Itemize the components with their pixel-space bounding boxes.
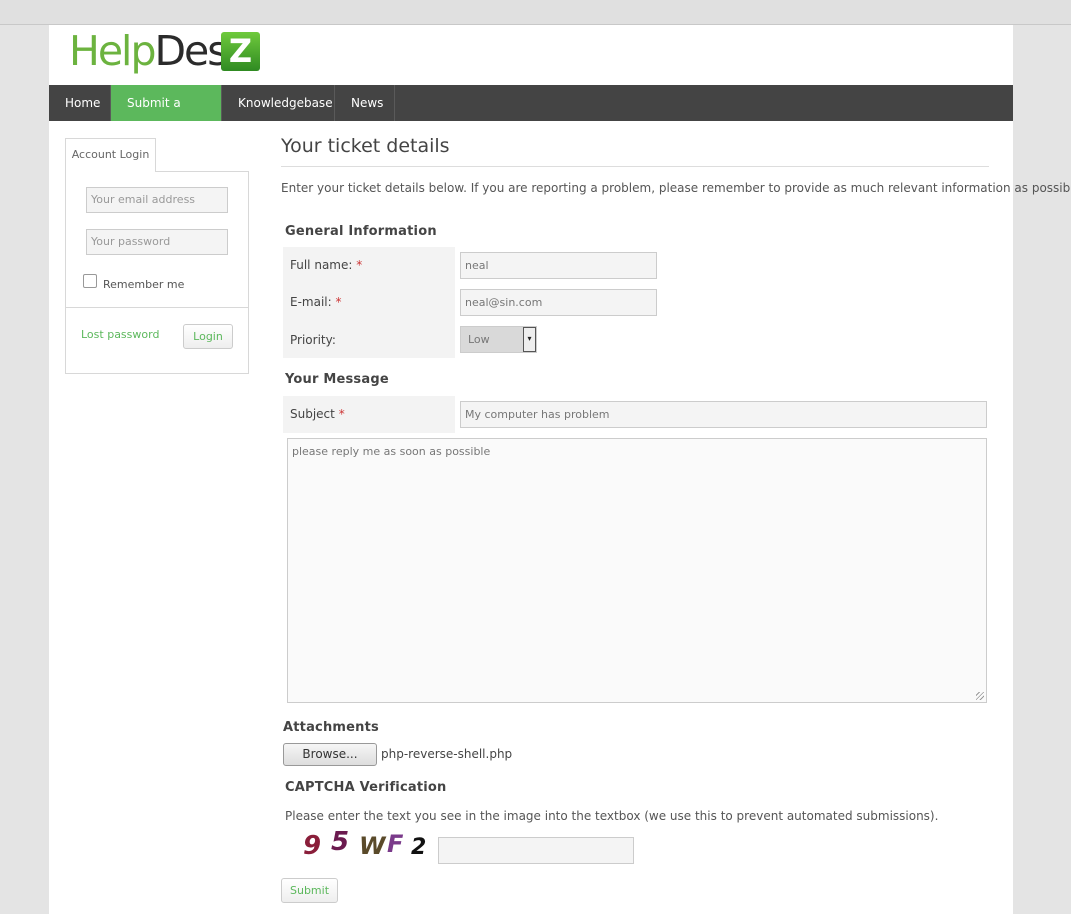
- submit-button[interactable]: Submit: [281, 878, 338, 903]
- login-button[interactable]: Login: [183, 324, 233, 349]
- required-mark: *: [356, 258, 363, 272]
- general-labels-column: Full name: * E-mail: * Priority:: [283, 247, 455, 358]
- site-logo[interactable]: HelpDesk Z: [69, 29, 265, 73]
- email-input[interactable]: neal@sin.com: [460, 289, 657, 316]
- remember-me-label: Remember me: [103, 278, 185, 291]
- priority-select[interactable]: Low ▾: [460, 326, 537, 353]
- message-text: please reply me as soon as possible: [292, 445, 491, 458]
- subject-input[interactable]: My computer has problem: [460, 401, 987, 428]
- email-label: E-mail: *: [290, 295, 342, 309]
- sidebar-password-input[interactable]: Your password: [86, 229, 228, 255]
- login-panel: Your email address Your password Remembe…: [65, 171, 249, 374]
- lost-password-link[interactable]: Lost password: [81, 328, 159, 341]
- nav-submit-ticket[interactable]: Submit a Ticket: [111, 85, 222, 146]
- attachment-filename: php-reverse-shell.php: [381, 747, 513, 761]
- intro-text: Enter your ticket details below. If you …: [281, 181, 1071, 195]
- required-mark: *: [335, 295, 342, 309]
- captcha-instructions: Please enter the text you see in the ima…: [285, 809, 939, 823]
- captcha-char-4: F: [387, 830, 404, 858]
- nav-news[interactable]: News: [335, 85, 395, 121]
- priority-label: Priority:: [290, 333, 336, 347]
- title-divider: [281, 166, 989, 167]
- page-container: HelpDesk Z Home Submit a Ticket Knowledg…: [49, 25, 1071, 914]
- captcha-input[interactable]: [438, 837, 634, 864]
- main-navbar: Home Submit a Ticket Knowledgebase News: [49, 85, 1013, 146]
- subject-label-cell: Subject *: [283, 396, 455, 433]
- general-info-heading: General Information: [285, 224, 437, 239]
- message-textarea[interactable]: please reply me as soon as possible: [287, 438, 987, 703]
- captcha-char-3: W: [359, 832, 386, 860]
- priority-selected-value: Low: [468, 333, 490, 346]
- nav-home[interactable]: Home: [49, 85, 111, 121]
- fullname-label: Full name: *: [290, 258, 362, 272]
- captcha-heading: CAPTCHA Verification: [285, 780, 447, 795]
- chevron-down-icon[interactable]: ▾: [523, 327, 536, 352]
- your-message-heading: Your Message: [285, 372, 389, 387]
- email-label-text: E-mail:: [290, 295, 332, 309]
- sidebar-email-input[interactable]: Your email address: [86, 187, 228, 213]
- nav-knowledgebase[interactable]: Knowledgebase: [222, 85, 335, 121]
- browse-button[interactable]: Browse...: [283, 743, 377, 766]
- logo-help-text: Help: [69, 27, 156, 75]
- logo-z-badge: Z: [221, 32, 260, 71]
- account-login-tab[interactable]: Account Login: [65, 138, 156, 172]
- subject-label: Subject *: [290, 407, 345, 421]
- captcha-char-1: 9: [303, 831, 322, 861]
- subject-label-text: Subject: [290, 407, 335, 421]
- captcha-char-5: 2: [411, 835, 427, 860]
- sidebar-divider: [66, 307, 248, 308]
- fullname-input[interactable]: neal: [460, 252, 657, 279]
- captcha-char-2: 5: [331, 827, 350, 857]
- captcha-image: 9 5 W F 2: [301, 827, 431, 863]
- resize-grip-icon[interactable]: [976, 692, 984, 700]
- fullname-label-text: Full name:: [290, 258, 353, 272]
- browser-top-strip: [0, 0, 1071, 25]
- page-title: Your ticket details: [281, 135, 450, 157]
- attachments-heading: Attachments: [283, 720, 379, 735]
- required-mark: *: [338, 407, 345, 421]
- remember-me-checkbox[interactable]: [83, 274, 97, 288]
